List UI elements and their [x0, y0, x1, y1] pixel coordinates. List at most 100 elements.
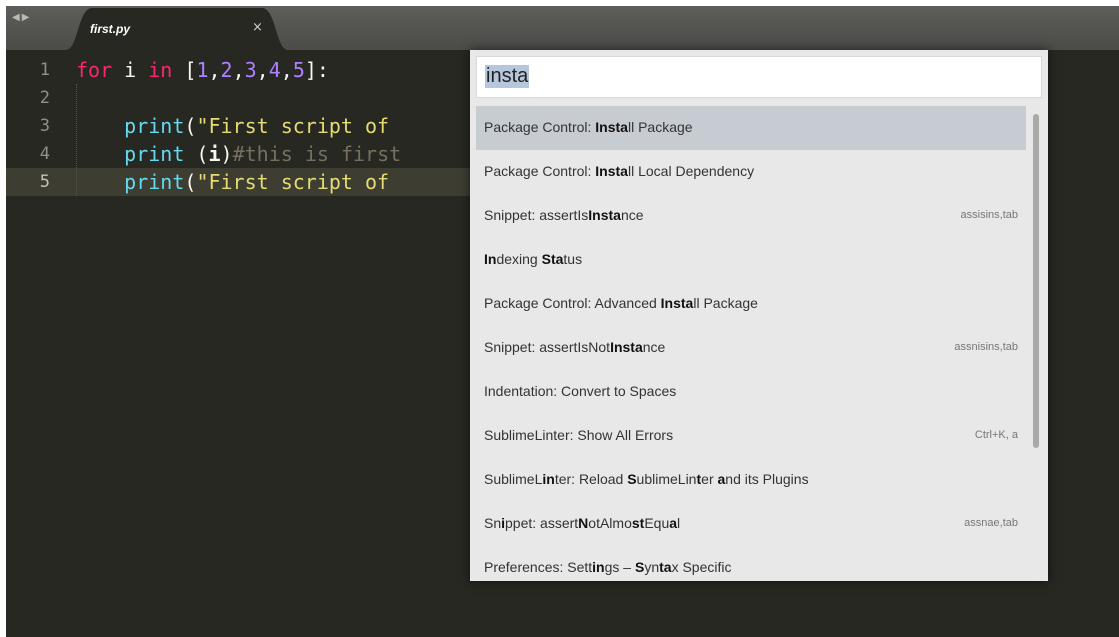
- tab-first-py[interactable]: first.py ×: [66, 8, 286, 50]
- palette-result-item[interactable]: Snippet: assertNotAlmostEqual assnae,tab: [476, 502, 1026, 546]
- palette-result-item[interactable]: Preferences: Settings – Syntax Specific: [476, 546, 1026, 576]
- line-number: 5: [39, 172, 50, 192]
- result-shortcut-hint: assisins,tab: [960, 209, 1018, 221]
- tab-title: first.py: [90, 22, 131, 36]
- code-token: ,: [256, 58, 269, 82]
- tab-bar: ◀▶ first.py ×: [6, 6, 1119, 50]
- match-highlight: Sta: [541, 251, 564, 267]
- match-highlight: in: [542, 471, 555, 487]
- palette-query-text: insta: [485, 65, 530, 88]
- palette-result-item[interactable]: Package Control: Install Package: [476, 106, 1026, 150]
- label-text: nce: [620, 207, 644, 223]
- result-label: Indentation: Convert to Spaces: [484, 383, 676, 399]
- palette-result-item[interactable]: Snippet: assertIsNotInstance assnisins,ta…: [476, 326, 1026, 370]
- code-token: in: [148, 58, 173, 82]
- result-label: SublimeLinter: Reload SublimeLinter and …: [484, 471, 809, 487]
- code-token: print: [124, 170, 185, 194]
- match-highlight: ta: [659, 559, 672, 575]
- result-label: SublimeLinter: Show All Errors: [484, 427, 673, 443]
- tab-nav-arrows-icon[interactable]: ◀▶: [12, 12, 31, 23]
- label-text: Snippet: assertIsNot: [484, 339, 611, 355]
- palette-scroll-thumb[interactable]: [1033, 114, 1039, 448]
- line-number: 1: [39, 60, 50, 80]
- code-token: [: [172, 58, 197, 82]
- line-number-row: 3: [6, 112, 72, 140]
- code-token: 2: [220, 58, 233, 82]
- label-text: dexing: [496, 251, 542, 267]
- match-highlight: Insta: [595, 119, 628, 135]
- palette-search-input[interactable]: insta: [476, 56, 1042, 98]
- line-number-row: 4: [6, 140, 72, 168]
- code-line[interactable]: print (i)#this is first: [76, 140, 401, 168]
- label-text: Equ: [644, 515, 670, 531]
- label-text: Package Control: Advanced: [484, 295, 661, 311]
- label-text: ll Package: [627, 119, 693, 135]
- label-text: otAlmo: [588, 515, 632, 531]
- match-highlight: In: [484, 251, 497, 267]
- match-highlight: Insta: [588, 207, 621, 223]
- label-text: Package Control:: [484, 163, 596, 179]
- code-token: i: [112, 58, 149, 82]
- result-label: Preferences: Settings – Syntax Specific: [484, 559, 732, 575]
- label-text: ll Package: [693, 295, 758, 311]
- result-label: Indexing Status: [484, 251, 582, 267]
- code-token: (: [184, 142, 209, 166]
- palette-result-item[interactable]: Indexing Status: [476, 238, 1026, 282]
- label-text: ublimeLin: [636, 471, 697, 487]
- code-token: print: [124, 114, 185, 138]
- label-text: gs –: [604, 559, 635, 575]
- palette-result-item[interactable]: Package Control: Advanced Install Packag…: [476, 282, 1026, 326]
- label-text: Indentation: Convert to Spaces: [484, 383, 677, 399]
- label-text: Preferences: Sett: [484, 559, 593, 575]
- code-line[interactable]: print("First script of: [76, 168, 389, 196]
- code-token: ): [220, 142, 233, 166]
- code-token: print: [124, 142, 185, 166]
- label-text: ter: Reload: [554, 471, 628, 487]
- palette-result-item[interactable]: SublimeLinter: Show All Errors Ctrl+K, a: [476, 414, 1026, 458]
- label-text: tus: [563, 251, 583, 267]
- palette-scrollbar[interactable]: [1032, 106, 1040, 576]
- match-highlight: a: [669, 515, 678, 531]
- match-highlight: st: [631, 515, 645, 531]
- code-token: i: [208, 142, 221, 166]
- code-token: ,: [208, 58, 221, 82]
- code-token: 5: [292, 58, 305, 82]
- label-text: Snippet: assertIs: [484, 207, 589, 223]
- line-number: 3: [39, 116, 50, 136]
- close-icon[interactable]: ×: [252, 20, 263, 35]
- code-token: 3: [244, 58, 257, 82]
- code-token: 1: [196, 58, 209, 82]
- match-highlight: S: [634, 559, 645, 575]
- code-token: 4: [268, 58, 281, 82]
- label-text: Package Control:: [484, 119, 596, 135]
- code-token: "First script of: [196, 114, 390, 138]
- label-text: Sn: [484, 515, 502, 531]
- label-text: SublimeL: [484, 471, 543, 487]
- line-number-row: 2: [6, 84, 72, 112]
- match-highlight: N: [578, 515, 589, 531]
- palette-result-item[interactable]: SublimeLinter: Reload SublimeLinter and …: [476, 458, 1026, 502]
- code-token: #this is first: [232, 142, 402, 166]
- result-label: Snippet: assertNotAlmostEqual: [484, 515, 680, 531]
- line-number-row: 1: [6, 56, 72, 84]
- result-shortcut-hint: assnisins,tab: [954, 341, 1018, 353]
- label-text: SublimeLinter: Show All Errors: [484, 427, 674, 443]
- code-token: ,: [232, 58, 245, 82]
- code-line[interactable]: print("First script of: [76, 112, 389, 140]
- result-label: Package Control: Install Local Dependenc…: [484, 163, 754, 179]
- code-token: (: [184, 170, 197, 194]
- editor-window: ◀▶ first.py × 12345 for i in [1,2,3,4,5]…: [6, 6, 1119, 637]
- match-highlight: Insta: [610, 339, 643, 355]
- line-number: 2: [39, 88, 50, 108]
- palette-result-item[interactable]: Indentation: Convert to Spaces: [476, 370, 1026, 414]
- code-token: ,: [280, 58, 293, 82]
- palette-result-item[interactable]: Package Control: Install Local Dependenc…: [476, 150, 1026, 194]
- label-text: ll Local Dependency: [627, 163, 755, 179]
- command-palette: insta Package Control: Install Package Pa…: [470, 50, 1048, 581]
- result-label: Package Control: Advanced Install Packag…: [484, 295, 758, 311]
- line-number-gutter: 1 2 3 4 5: [6, 50, 72, 637]
- code-line[interactable]: for i in [1,2,3,4,5]:: [76, 56, 329, 84]
- palette-result-item[interactable]: Snippet: assertIsInstance assisins,tab: [476, 194, 1026, 238]
- result-shortcut-hint: Ctrl+K, a: [974, 429, 1018, 441]
- code-token: for: [76, 58, 113, 82]
